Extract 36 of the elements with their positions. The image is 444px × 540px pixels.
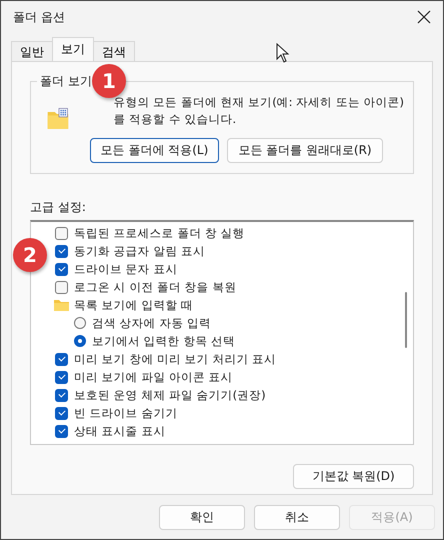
setting-label: 보기에서 입력한 항목 선택 — [92, 334, 235, 348]
setting-label: 독립된 프로세스로 폴더 창 실행 — [74, 226, 245, 240]
setting-label: 빈 드라이브 숨기기 — [74, 406, 178, 420]
setting-label: 로그온 시 이전 폴더 창을 복원 — [74, 280, 236, 294]
dialog-button[interactable]: 취소 — [254, 505, 340, 530]
checkbox[interactable] — [55, 226, 68, 240]
checkbox[interactable] — [55, 262, 68, 276]
setting-label: 상태 표시줄 표시 — [74, 424, 166, 438]
checkbox[interactable] — [55, 406, 68, 420]
setting-label: 미리 보기 창에 미리 보기 처리기 표시 — [74, 352, 276, 366]
close-icon[interactable] — [417, 10, 431, 24]
setting-label: 검색 상자에 자동 입력 — [92, 316, 211, 330]
checkbox[interactable] — [55, 280, 68, 294]
tab[interactable]: 일반 — [11, 41, 53, 61]
restore-defaults-button[interactable]: 기본값 복원(D) — [293, 464, 414, 489]
setting-label: 드라이브 문자 표시 — [74, 262, 178, 276]
tab[interactable]: 보기 — [52, 37, 94, 61]
checkbox[interactable] — [55, 370, 68, 384]
apply-button[interactable]: 모든 폴더를 원래대로(R) — [227, 138, 383, 163]
setting-label: 동기화 공급자 알림 표시 — [74, 244, 205, 258]
setting-label: 목록 보기에 입력할 때 — [74, 298, 193, 312]
setting-label: 보호된 운영 체제 파일 숨기기(권장) — [74, 388, 266, 402]
radio-button[interactable] — [74, 335, 86, 347]
checkbox[interactable] — [55, 244, 68, 258]
folder-icon — [54, 299, 69, 311]
setting-label: 미리 보기에 파일 아이콘 표시 — [74, 370, 233, 384]
radio-button[interactable] — [74, 317, 86, 329]
checkbox[interactable] — [55, 424, 68, 438]
group-title: 폴더 보기 — [37, 73, 95, 90]
tab[interactable]: 검색 — [93, 41, 135, 61]
checkbox[interactable] — [55, 352, 68, 366]
window-title: 폴더 옵션 — [13, 8, 65, 26]
dialog-button[interactable]: 확인 — [159, 505, 245, 530]
apply-button[interactable]: 모든 폴더에 적용(L) — [90, 138, 220, 163]
checkbox[interactable] — [55, 388, 68, 402]
section-label: 고급 설정: — [30, 199, 87, 216]
